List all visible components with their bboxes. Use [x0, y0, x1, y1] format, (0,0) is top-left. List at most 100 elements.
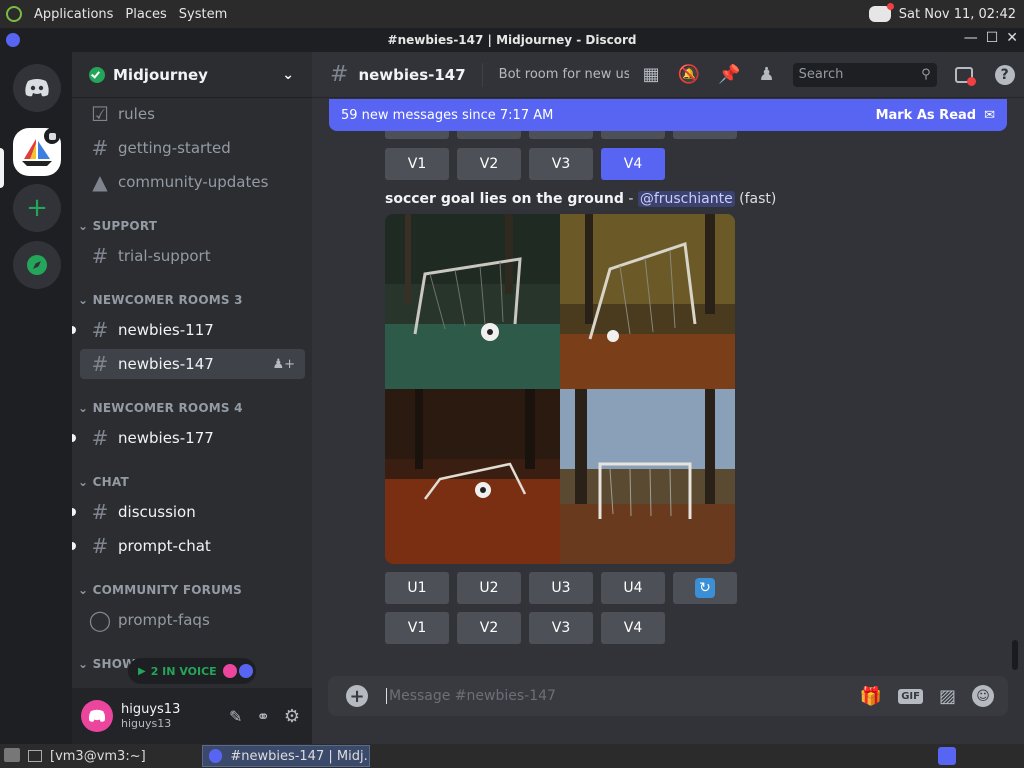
user-tag: higuys13 [121, 717, 172, 730]
thread-hash-icon: # [91, 318, 109, 342]
prev-variation-button-4[interactable]: V4 [601, 148, 665, 180]
reroll-button[interactable]: ↻ [673, 572, 737, 604]
voice-indicator[interactable]: ▶ 2 IN VOICE [128, 658, 256, 684]
category-chat[interactable]: ⌄ CHAT [78, 475, 129, 489]
channel-label: discussion [118, 503, 196, 521]
os-menu-system[interactable]: System [179, 7, 227, 22]
headphones-icon[interactable]: ⚭ [256, 707, 269, 726]
explore-servers-button[interactable] [13, 241, 61, 289]
selected-server-indicator [0, 148, 4, 188]
window-title-bar: #newbies-147 | Midjourney - Discord — ☐ … [0, 28, 1024, 52]
channel-prompt-chat[interactable]: # prompt-chat [80, 531, 305, 561]
channel-discussion[interactable]: # discussion [80, 497, 305, 527]
direct-messages-button[interactable] [13, 64, 61, 112]
server-header[interactable]: Midjourney ⌄ [72, 52, 312, 98]
threads-icon[interactable]: ▦ [643, 64, 660, 85]
generated-image-grid[interactable] [385, 214, 735, 564]
category-newcomer-rooms-3[interactable]: ⌄ NEWCOMER ROOMS 3 [78, 293, 243, 307]
variation-button-3[interactable]: V3 [529, 612, 593, 644]
upscale-button-3[interactable]: U3 [529, 572, 593, 604]
attach-plus-icon[interactable]: + [346, 685, 368, 707]
channel-newbies-147[interactable]: # newbies-147 ♟+ [80, 349, 305, 379]
thread-hash-icon: # [330, 62, 349, 87]
invite-member-icon[interactable]: ♟+ [272, 357, 295, 372]
scrollbar-thumb[interactable] [1012, 640, 1018, 670]
member-list-icon[interactable]: ♟ [759, 64, 775, 85]
channel-header: # newbies-147 Bot room for new us... ▦ 🔕… [312, 52, 1024, 98]
verified-server-icon [89, 66, 105, 83]
new-messages-banner[interactable]: 59 new messages since 7:17 AM Mark As Re… [329, 99, 1007, 131]
megaphone-icon: ▲ [92, 170, 108, 194]
channel-prompt-faqs[interactable]: ◯ prompt-faqs [80, 605, 305, 635]
close-icon[interactable]: ✕ [1006, 30, 1018, 46]
os-menu-places[interactable]: Places [125, 7, 166, 22]
variation-button-1[interactable]: V1 [385, 612, 449, 644]
variation-button-2[interactable]: V2 [457, 612, 521, 644]
prev-variation-button-3[interactable]: V3 [529, 148, 593, 180]
category-label: NEWCOMER ROOMS 4 [92, 401, 243, 415]
channel-trial-support[interactable]: # trial-support [80, 241, 305, 271]
workspace-switcher-icon[interactable] [938, 747, 956, 765]
rules-icon: ☑ [91, 102, 109, 126]
avatar[interactable] [81, 700, 113, 732]
taskbar-item-discord[interactable]: #newbies-147 | Midj... [202, 745, 370, 767]
channel-label: prompt-faqs [118, 611, 210, 629]
voice-speaker-icon: ▶ [138, 665, 146, 677]
maximize-icon[interactable]: ☐ [986, 30, 999, 46]
channel-newbies-117[interactable]: # newbies-117 [80, 315, 305, 345]
channel-label: newbies-177 [118, 429, 214, 447]
compass-icon [27, 255, 47, 275]
message-composer: + Message #newbies-147 🎁 GIF ▨ ☺ [328, 676, 1008, 716]
minimize-icon[interactable]: — [964, 30, 978, 46]
mark-as-read-button[interactable]: Mark As Read [876, 108, 977, 123]
show-desktop-icon[interactable] [4, 748, 20, 762]
prev-variation-button-1[interactable]: V1 [385, 148, 449, 180]
upscale-button-4[interactable]: U4 [601, 572, 665, 604]
image-quadrant-2 [560, 214, 735, 389]
category-support[interactable]: ⌄ SUPPORT [78, 219, 157, 233]
os-logo-icon[interactable] [6, 6, 22, 22]
gift-icon[interactable]: 🎁 [860, 686, 882, 707]
search-placeholder: Search [798, 67, 844, 82]
gif-button[interactable]: GIF [898, 688, 923, 704]
server-name: Midjourney [113, 65, 208, 84]
search-icon: ⚲ [921, 67, 931, 82]
upscale-button-1[interactable]: U1 [385, 572, 449, 604]
sticker-icon[interactable]: ▨ [939, 686, 956, 707]
channel-topic[interactable]: Bot room for new us... [499, 67, 629, 82]
category-community-forums[interactable]: ⌄ COMMUNITY FORUMS [78, 583, 242, 597]
category-newcomer-rooms-4[interactable]: ⌄ NEWCOMER ROOMS 4 [78, 401, 243, 415]
channel-getting-started[interactable]: # getting-started [80, 133, 305, 163]
channel-newbies-177[interactable]: # newbies-177 [80, 423, 305, 453]
category-label: SUPPORT [92, 219, 158, 233]
prev-variation-button-2[interactable]: V2 [457, 148, 521, 180]
message-input[interactable]: Message #newbies-147 [386, 688, 826, 704]
mute-notifications-icon[interactable]: 🔕 [678, 64, 700, 85]
discord-tray-icon[interactable] [868, 3, 894, 22]
add-server-button[interactable]: + [13, 184, 61, 232]
voice-avatar [238, 664, 253, 678]
os-taskbar: [vm3@vm3:~] #newbies-147 | Midj... [0, 744, 1024, 768]
category-label: COMMUNITY FORUMS [92, 583, 243, 597]
search-input[interactable]: Search ⚲ [792, 62, 937, 87]
upscale-button-2[interactable]: U2 [457, 572, 521, 604]
category-label: CHAT [92, 475, 129, 489]
channel-community-updates[interactable]: ▲ community-updates [80, 167, 305, 197]
os-menu-applications[interactable]: Applications [34, 7, 113, 22]
channel-rules[interactable]: ☑ rules [80, 99, 305, 129]
taskbar-item-label: #newbies-147 | Midj... [230, 748, 369, 764]
os-clock[interactable]: Sat Nov 11, 02:42 [899, 7, 1016, 22]
plus-icon: + [26, 193, 48, 223]
taskbar-item-label: [vm3@vm3:~] [50, 748, 146, 764]
variation-button-4[interactable]: V4 [601, 612, 665, 644]
pin-icon[interactable]: 📌 [718, 64, 740, 85]
emoji-icon[interactable]: ☺ [972, 685, 994, 707]
settings-gear-icon[interactable]: ⚙ [284, 706, 300, 727]
inbox-icon[interactable] [954, 66, 976, 86]
user-mention[interactable]: @fruschiante [637, 191, 735, 207]
speaker-icon [44, 128, 60, 144]
discord-app-icon [6, 33, 20, 47]
mute-microphone-icon[interactable]: ✎ [229, 707, 242, 726]
taskbar-item-terminal[interactable]: [vm3@vm3:~] [28, 746, 194, 766]
help-icon[interactable]: ? [994, 64, 1015, 85]
